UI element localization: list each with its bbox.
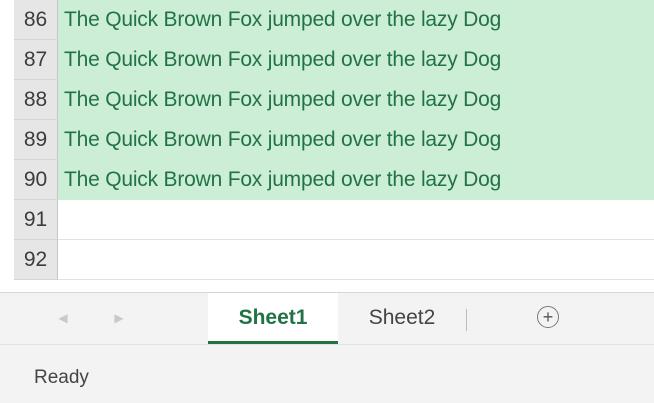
worksheet-grid: 86 The Quick Brown Fox jumped over the l… [0,0,654,292]
tab-sheet1[interactable]: Sheet1 [208,293,338,344]
table-row: 87 The Quick Brown Fox jumped over the l… [0,40,654,80]
cell-text: The Quick Brown Fox jumped over the lazy… [64,48,502,71]
table-row: 92 [0,240,654,280]
row-header[interactable]: 91 [14,200,58,240]
status-text: Ready [34,367,89,388]
chevron-right-icon[interactable]: ▶ [108,307,130,329]
tab-sheet2[interactable]: Sheet2 [348,293,456,344]
cell-text: The Quick Brown Fox jumped over the lazy… [64,88,502,111]
cell[interactable] [58,240,654,280]
table-row: 90 The Quick Brown Fox jumped over the l… [0,160,654,200]
row-header[interactable]: 88 [14,80,58,120]
status-bar: Ready [0,344,654,403]
row-header[interactable]: 86 [14,0,58,40]
partial-row [14,280,654,292]
row-header[interactable]: 87 [14,40,58,80]
tab-divider [466,309,467,331]
chevron-left-icon[interactable]: ◀ [52,307,74,329]
table-row: 91 [0,200,654,240]
cell-text: The Quick Brown Fox jumped over the lazy… [64,168,502,191]
cell-text: The Quick Brown Fox jumped over the lazy… [64,128,502,151]
row-header[interactable]: 92 [14,240,58,280]
cell[interactable]: The Quick Brown Fox jumped over the lazy… [58,80,654,120]
sheet-tab-bar: ◀ ▶ Sheet1 Sheet2 + [0,292,654,344]
plus-circle-icon[interactable]: + [537,306,559,328]
cell[interactable]: The Quick Brown Fox jumped over the lazy… [58,40,654,80]
table-row: 86 The Quick Brown Fox jumped over the l… [0,0,654,40]
table-row: 89 The Quick Brown Fox jumped over the l… [0,120,654,160]
cell[interactable]: The Quick Brown Fox jumped over the lazy… [58,160,654,200]
cell-text: The Quick Brown Fox jumped over the lazy… [64,8,502,31]
row-header[interactable]: 89 [14,120,58,160]
row-header[interactable]: 90 [14,160,58,200]
cell[interactable] [58,200,654,240]
cell[interactable]: The Quick Brown Fox jumped over the lazy… [58,0,654,40]
table-row: 88 The Quick Brown Fox jumped over the l… [0,80,654,120]
cell[interactable]: The Quick Brown Fox jumped over the lazy… [58,120,654,160]
